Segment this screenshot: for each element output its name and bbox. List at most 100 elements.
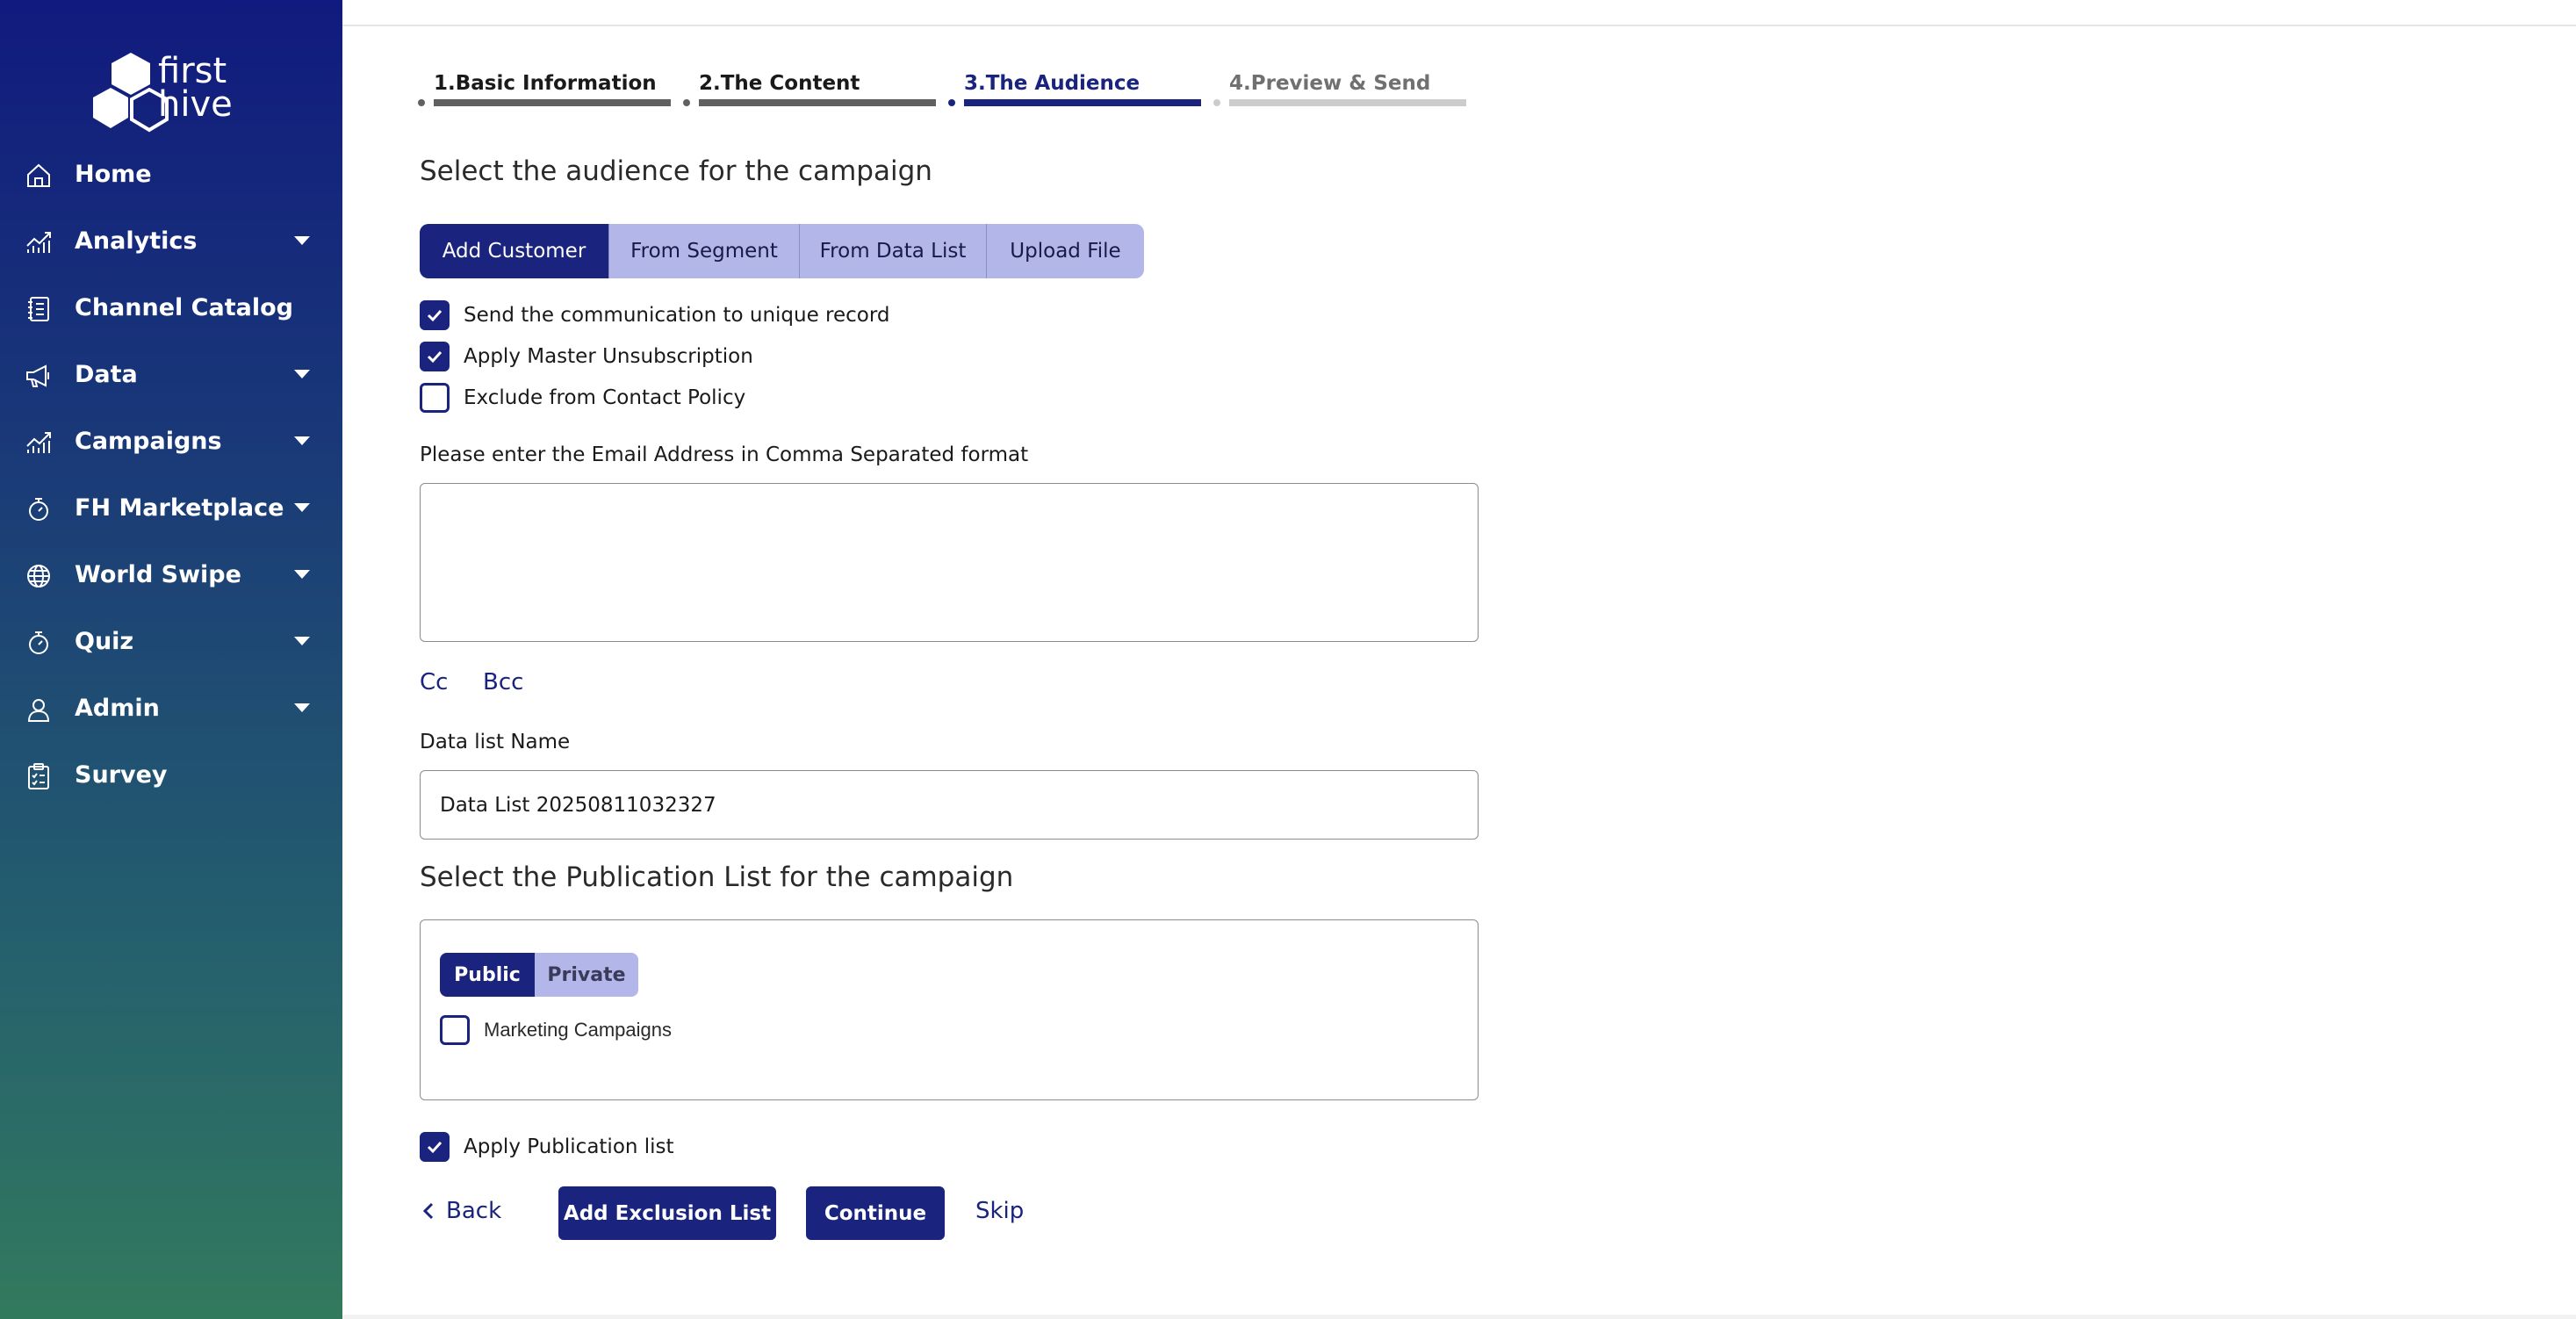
datalist-name-input[interactable]: Data List 20250811032327 [420, 770, 1479, 840]
sidebar-nav: Home Analytics Channel Catalog Data Camp… [0, 141, 342, 808]
chevron-down-icon[interactable] [294, 703, 310, 712]
logo-text-first: first [158, 51, 227, 91]
sidebar-item-world-swipe[interactable]: World Swipe [0, 541, 342, 608]
step-dot [1213, 99, 1220, 106]
cc-link[interactable]: Cc [420, 669, 448, 696]
sidebar-item-label: FH Marketplace [75, 494, 284, 522]
step-bar [964, 99, 1201, 106]
step-basic-information[interactable]: 1.Basic Information [418, 70, 673, 114]
globe-icon [25, 562, 53, 590]
sidebar-item-admin[interactable]: Admin [0, 674, 342, 741]
sidebar-item-label: Campaigns [75, 427, 222, 455]
tab-upload-file[interactable]: Upload File [987, 224, 1144, 278]
tab-from-data-list[interactable]: From Data List [800, 224, 987, 278]
sidebar-item-label: Quiz [75, 627, 134, 655]
tab-private[interactable]: Private [535, 953, 638, 997]
checkmark-icon [427, 350, 443, 364]
email-textarea[interactable] [420, 483, 1479, 642]
continue-button[interactable]: Continue [806, 1186, 945, 1240]
sidebar-item-label: Home [75, 160, 152, 188]
campaigns-icon [25, 429, 53, 457]
sidebar-item-label: Analytics [75, 227, 198, 255]
master-unsubscription-checkbox[interactable] [420, 342, 450, 371]
sidebar-item-label: Admin [75, 694, 160, 722]
back-label: Back [446, 1198, 502, 1224]
step-label: 1.Basic Information [434, 72, 657, 95]
unique-record-option[interactable]: Send the communication to unique record [420, 299, 890, 331]
audience-source-tabs: Add Customer From Segment From Data List… [420, 224, 1144, 278]
chevron-down-icon[interactable] [294, 236, 310, 245]
step-preview-send[interactable]: 4.Preview & Send [1213, 70, 1468, 114]
logo-text-hive: hive [158, 84, 233, 125]
firsthive-logo[interactable]: first hive [91, 51, 258, 135]
audience-heading: Select the audience for the campaign [420, 155, 932, 187]
logo-text: first hive [158, 51, 233, 125]
stopwatch-icon [25, 495, 53, 523]
sidebar-item-campaigns[interactable]: Campaigns [0, 407, 342, 474]
clipboard-icon [25, 762, 53, 790]
chevron-down-icon[interactable] [294, 436, 310, 445]
sidebar-item-quiz[interactable]: Quiz [0, 608, 342, 674]
step-the-content[interactable]: 2.The Content [683, 70, 938, 114]
step-bar [434, 99, 671, 106]
tab-public[interactable]: Public [440, 953, 535, 997]
sidebar: first hive Home Analytics Channel Catalo… [0, 0, 342, 1319]
sidebar-item-label: Data [75, 360, 138, 388]
publication-item-marketing-campaigns[interactable]: Marketing Campaigns [440, 1015, 672, 1045]
timer-icon [25, 629, 53, 657]
bcc-link[interactable]: Bcc [483, 669, 523, 696]
catalog-icon [25, 295, 53, 323]
sidebar-item-analytics[interactable]: Analytics [0, 207, 342, 274]
sidebar-item-channel-catalog[interactable]: Channel Catalog [0, 274, 342, 341]
add-exclusion-list-button[interactable]: Add Exclusion List [558, 1186, 776, 1240]
sidebar-item-data[interactable]: Data [0, 341, 342, 407]
apply-publication-option[interactable]: Apply Publication list [420, 1131, 674, 1163]
apply-publication-checkbox[interactable] [420, 1132, 450, 1162]
step-dot [948, 99, 955, 106]
tab-from-segment[interactable]: From Segment [609, 224, 800, 278]
publication-heading: Select the Publication List for the camp… [420, 861, 1014, 893]
sidebar-item-label: Channel Catalog [75, 293, 293, 321]
email-field-label: Please enter the Email Address in Comma … [420, 443, 1029, 466]
chevron-down-icon[interactable] [294, 637, 310, 645]
bottom-divider [342, 1315, 2576, 1319]
contact-policy-label: Exclude from Contact Policy [464, 386, 746, 409]
sidebar-item-label: World Swipe [75, 560, 241, 588]
step-label: 2.The Content [699, 72, 860, 95]
chevron-down-icon[interactable] [294, 370, 310, 378]
analytics-icon [25, 228, 53, 256]
user-icon [25, 696, 53, 724]
tab-add-customer[interactable]: Add Customer [420, 224, 609, 278]
megaphone-icon [25, 362, 53, 390]
chevron-down-icon[interactable] [294, 570, 310, 579]
marketing-campaigns-checkbox[interactable] [440, 1015, 470, 1045]
step-the-audience[interactable]: 3.The Audience [948, 70, 1203, 114]
sidebar-item-home[interactable]: Home [0, 141, 342, 207]
unique-record-checkbox[interactable] [420, 300, 450, 330]
datalist-name-label: Data list Name [420, 731, 571, 753]
step-bar [1229, 99, 1466, 106]
marketing-campaigns-label: Marketing Campaigns [484, 1019, 672, 1041]
checkmark-icon [427, 309, 443, 322]
step-bar [699, 99, 936, 106]
wizard-stepper: 1.Basic Information 2.The Content 3.The … [418, 70, 1471, 114]
back-button[interactable]: Back [420, 1198, 501, 1224]
sidebar-item-fh-marketplace[interactable]: FH Marketplace [0, 474, 342, 541]
contact-policy-option[interactable]: Exclude from Contact Policy [420, 382, 745, 414]
top-divider [342, 25, 2576, 26]
sidebar-item-survey[interactable]: Survey [0, 741, 342, 808]
chevron-down-icon[interactable] [294, 503, 310, 512]
unique-record-label: Send the communication to unique record [464, 304, 890, 327]
home-icon [25, 162, 53, 190]
checkmark-icon [427, 1141, 443, 1154]
skip-link[interactable]: Skip [975, 1198, 1024, 1224]
publication-tabs: Public Private [440, 953, 638, 997]
chevron-left-icon [422, 1202, 434, 1220]
contact-policy-checkbox[interactable] [420, 383, 450, 413]
master-unsubscription-option[interactable]: Apply Master Unsubscription [420, 341, 753, 372]
apply-publication-label: Apply Publication list [464, 1135, 674, 1158]
master-unsubscription-label: Apply Master Unsubscription [464, 345, 753, 368]
step-dot [683, 99, 690, 106]
step-label: 3.The Audience [964, 72, 1140, 95]
sidebar-item-label: Survey [75, 760, 168, 789]
